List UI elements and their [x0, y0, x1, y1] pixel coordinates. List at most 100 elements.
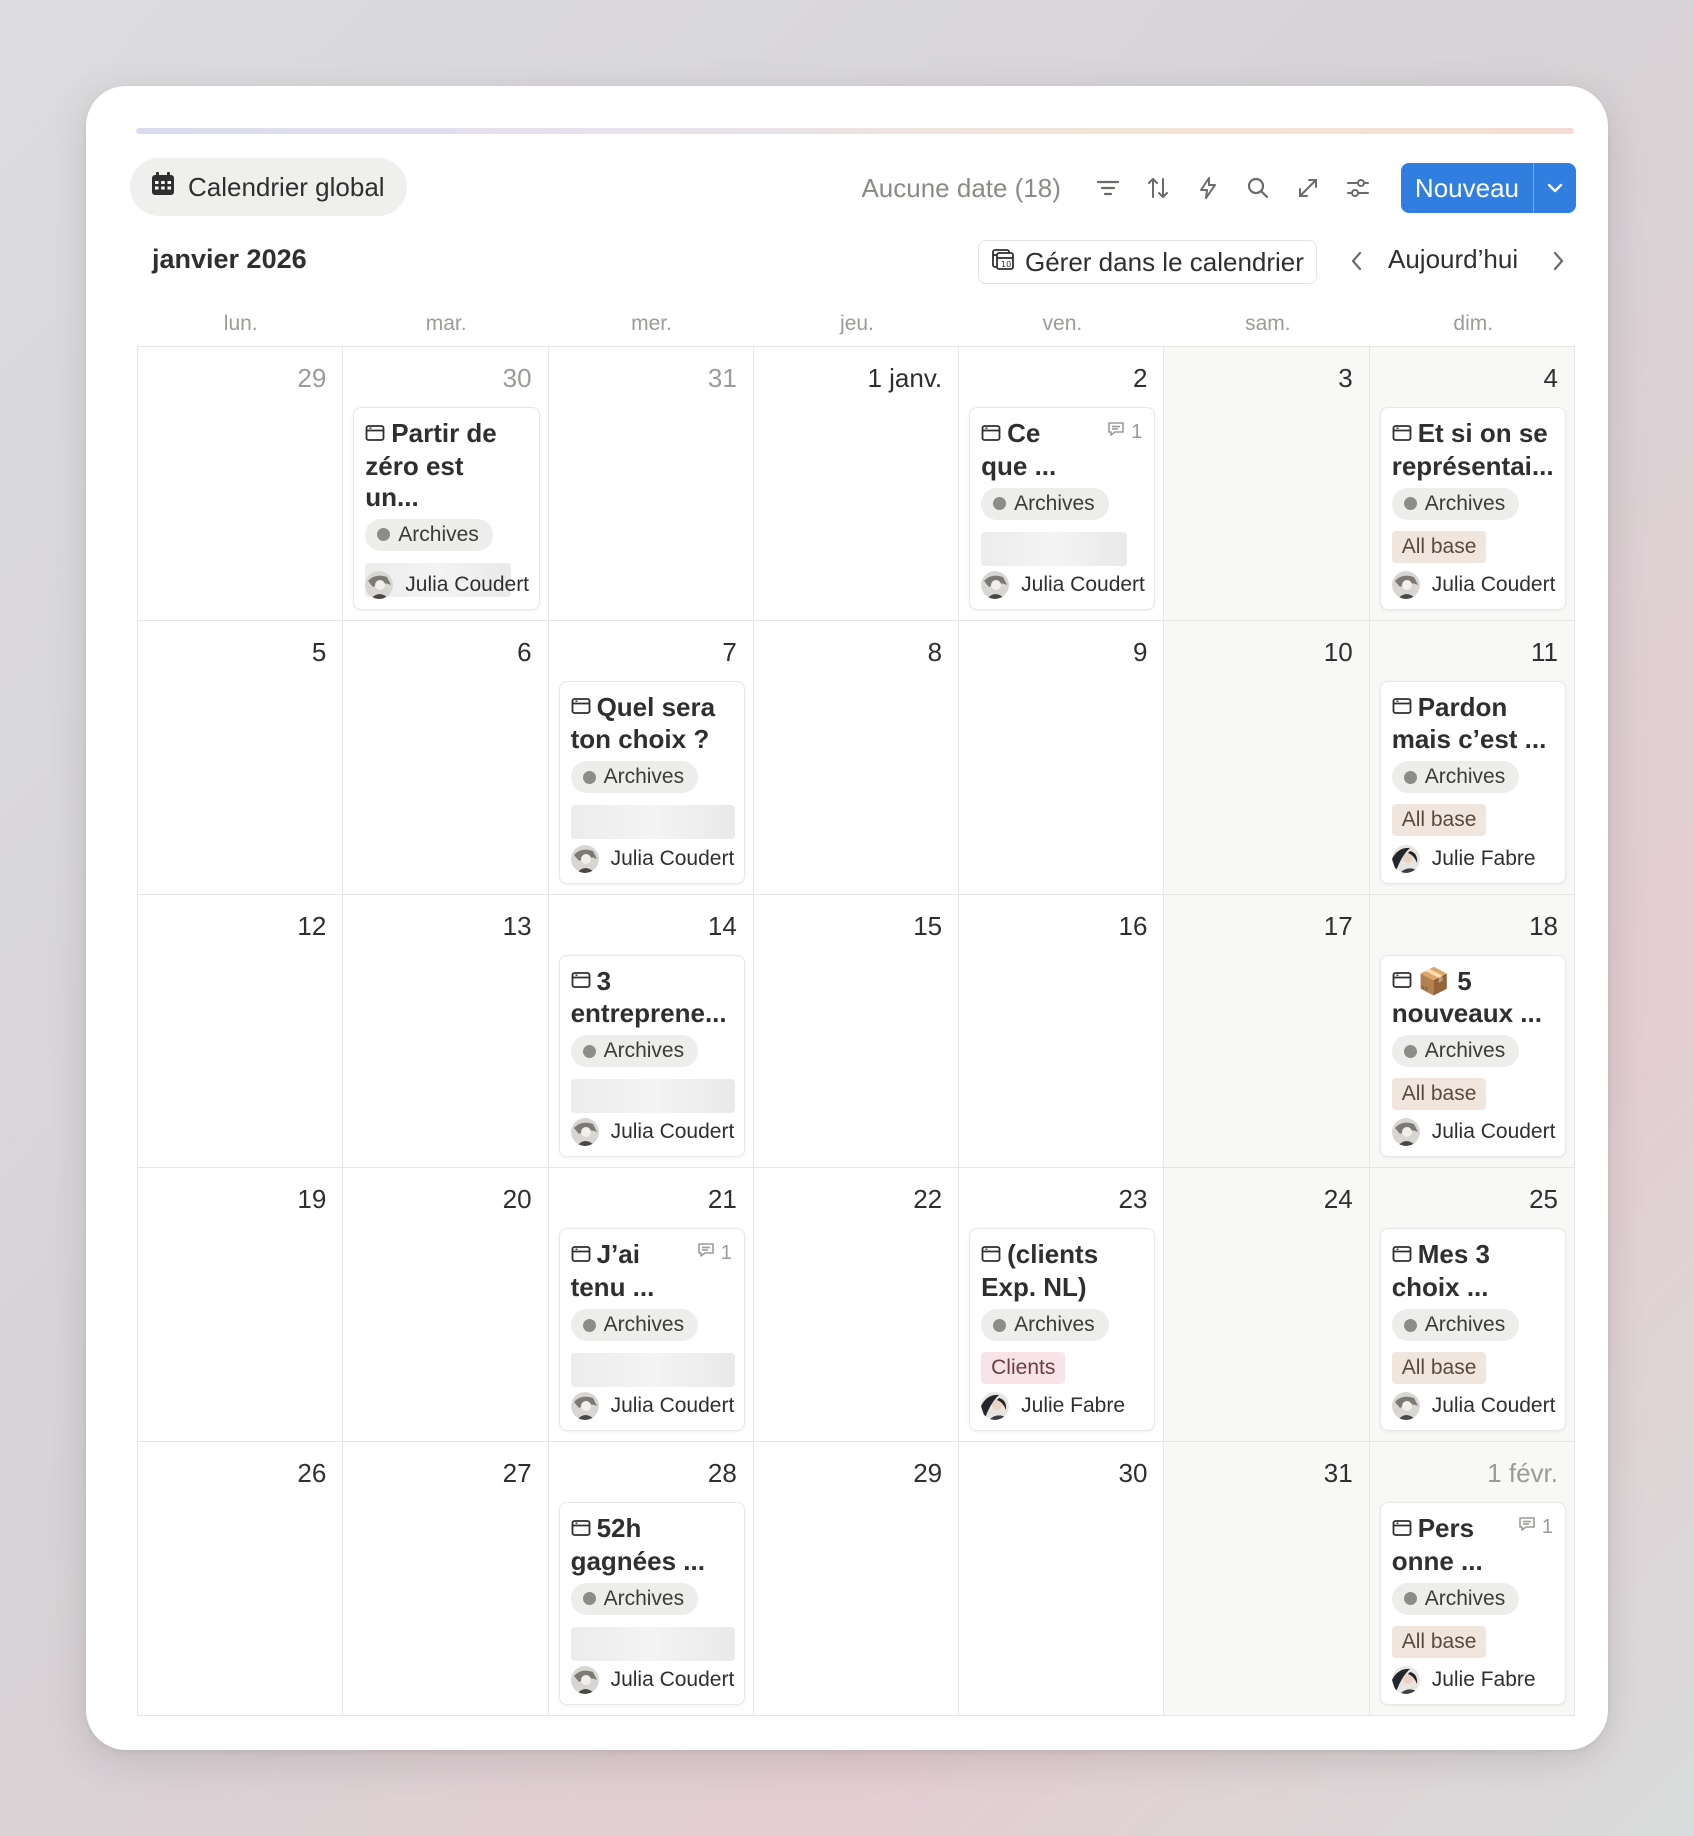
day-cell[interactable]: 24 — [1164, 1168, 1370, 1443]
day-number: 15 — [913, 910, 943, 941]
day-cell[interactable]: 5 — [138, 620, 344, 895]
sort-icon[interactable] — [1133, 163, 1183, 213]
day-cell[interactable]: 18 📦 5 nouveaux ... Archives All base Julia … — [1369, 894, 1575, 1169]
day-cell[interactable]: 30 Partir de zéro est un... Archives Julia … — [343, 347, 549, 621]
comment-count[interactable]: 1 — [1518, 1515, 1553, 1539]
day-cell[interactable]: 27 — [343, 1442, 549, 1716]
day-number: 21 — [707, 1184, 737, 1215]
event-title-text: 52h gagnées ... — [570, 1513, 705, 1576]
new-button-label[interactable]: Nouveau — [1401, 163, 1533, 213]
assignee: Julia Coudert — [1391, 1392, 1555, 1421]
day-number: 13 — [502, 910, 532, 941]
status-tag: Archives — [1391, 487, 1520, 520]
day-cell[interactable]: 10 — [1164, 620, 1370, 895]
day-cell[interactable]: 8 — [753, 620, 960, 895]
day-cell[interactable]: 6 — [343, 620, 549, 895]
comment-count[interactable]: 1 — [1107, 420, 1142, 444]
day-cell[interactable]: 29 — [753, 1442, 960, 1716]
day-number: 17 — [1323, 910, 1353, 941]
settings-icon[interactable] — [1333, 163, 1383, 213]
day-cell[interactable]: 4 Et si on se représentai... Archives All b… — [1369, 347, 1575, 621]
day-cell[interactable]: 29 — [138, 347, 344, 621]
weekday-label: mar. — [425, 312, 467, 335]
event-title: Quel sera ton choix ? — [571, 692, 734, 756]
day-cell[interactable]: 25 Mes 3 choix ... Archives All base Julia C… — [1369, 1168, 1575, 1443]
category-tag: All base — [1391, 1352, 1487, 1385]
event-card[interactable]: (clients Exp. NL) Archives Clients Julie Fa… — [969, 1228, 1156, 1432]
event-title-text: Et si on se représentai... — [1391, 418, 1554, 481]
day-cell[interactable]: 1 janv. — [753, 347, 960, 621]
event-card[interactable]: Partir de zéro est un... Archives Julia Co… — [353, 407, 540, 610]
chevron-left-icon[interactable] — [1342, 246, 1372, 276]
assignee-name: Julia Coudert — [610, 1394, 735, 1418]
status-dot — [1403, 1318, 1417, 1332]
assignee: Julia Coudert — [570, 1118, 734, 1147]
month-title: janvier 2026 — [152, 244, 307, 274]
day-cell[interactable]: 21 J’ai tenu ... 1 Archives Julia Coudert — [548, 1168, 754, 1443]
event-card[interactable]: Quel sera ton choix ? Archives Julia Coude… — [558, 680, 745, 884]
today-button[interactable]: Aujourd’hui — [1388, 244, 1518, 275]
day-cell[interactable]: 15 — [753, 894, 960, 1169]
automation-icon[interactable] — [1183, 163, 1233, 213]
day-cell[interactable]: 20 — [343, 1168, 549, 1443]
assignee: Julie Fabre — [1391, 844, 1536, 873]
event-card[interactable]: Pers onne ... 1 Archives All base Julie Fabr… — [1379, 1502, 1566, 1705]
avatar — [570, 844, 599, 873]
chevron-right-icon[interactable] — [1543, 246, 1573, 276]
status-tag: Archives — [1391, 761, 1520, 794]
status-tag: Archives — [570, 1309, 699, 1342]
event-card[interactable]: J’ai tenu ... 1 Archives Julia Coudert — [558, 1228, 745, 1432]
avatar — [981, 1392, 1010, 1421]
view-selector[interactable]: Calendrier global — [130, 158, 407, 216]
day-cell[interactable]: 11 Pardon mais c’est ... Archives All base J… — [1369, 620, 1575, 895]
day-cell[interactable]: 28 52h gagnées ... Archives Julia Coudert — [548, 1442, 754, 1716]
assignee: Julia Coudert — [981, 570, 1145, 599]
day-cell[interactable]: 1 févr. Pers onne ... 1 Archives All base Jul… — [1369, 1442, 1575, 1716]
event-card[interactable]: Ce que ... 1 Archives Julia Coudert — [969, 407, 1156, 610]
day-cell[interactable]: 23 (clients Exp. NL) Archives Clients Julie … — [959, 1168, 1165, 1443]
day-cell[interactable]: 31 — [1164, 1442, 1370, 1716]
day-cell[interactable]: 26 — [138, 1442, 344, 1716]
expand-icon[interactable] — [1283, 163, 1333, 213]
day-number: 20 — [502, 1184, 532, 1215]
event-title-text: Quel sera ton choix ? — [570, 691, 716, 755]
day-cell[interactable]: 9 — [959, 620, 1165, 895]
manage-calendar-button[interactable]: 10 Gérer dans le calendrier — [978, 240, 1317, 284]
event-card[interactable]: 52h gagnées ... Archives Julia Coudert — [558, 1502, 745, 1705]
day-cell[interactable]: 31 — [548, 347, 754, 621]
day-cell[interactable]: 2 Ce que ... 1 Archives Julia Coudert — [959, 347, 1165, 621]
day-cell[interactable]: 17 — [1164, 894, 1370, 1169]
day-number: 1 janv. — [867, 363, 943, 393]
day-cell[interactable]: 3 — [1164, 347, 1370, 621]
chevron-down-icon[interactable] — [1533, 163, 1576, 213]
day-cell[interactable]: 13 — [343, 894, 549, 1169]
event-card[interactable]: Mes 3 choix ... Archives All base Julia Cou… — [1379, 1228, 1566, 1432]
new-button[interactable]: Nouveau — [1400, 163, 1576, 213]
event-card[interactable]: 3 entreprene... Archives Julia Coudert — [558, 954, 745, 1158]
no-date-button[interactable]: Aucune date (18) — [861, 173, 1060, 204]
avatar — [981, 570, 1010, 599]
search-icon[interactable] — [1233, 163, 1283, 213]
day-cell[interactable]: 14 3 entreprene... Archives Julia Coudert — [548, 894, 754, 1169]
status-label: Archives — [1014, 491, 1095, 515]
comment-icon — [1518, 1515, 1536, 1539]
day-cell[interactable]: 19 — [138, 1168, 344, 1443]
status-label: Archives — [1424, 491, 1506, 515]
day-cell[interactable]: 7 Quel sera ton choix ? Archives Julia Coud… — [548, 620, 754, 895]
status-dot — [582, 1318, 596, 1332]
status-dot — [582, 770, 596, 784]
status-tag: Archives — [1391, 1035, 1520, 1068]
event-card[interactable]: 📦 5 nouveaux ... Archives All base Julia Co… — [1379, 954, 1566, 1158]
day-cell[interactable]: 22 — [753, 1168, 960, 1443]
status-dot — [1403, 497, 1417, 511]
status-label: Archives — [398, 522, 479, 546]
event-card[interactable]: Et si on se représentai... Archives All ba… — [1379, 407, 1566, 610]
comment-count[interactable]: 1 — [697, 1241, 732, 1265]
event-title: Et si on se représentai... — [1392, 418, 1555, 482]
day-cell[interactable]: 12 — [138, 894, 344, 1169]
day-cell[interactable]: 30 — [959, 1442, 1165, 1716]
manage-calendar-label: Gérer dans le calendrier — [1025, 246, 1304, 277]
event-card[interactable]: Pardon mais c’est ... Archives All base Jul… — [1379, 680, 1566, 884]
day-cell[interactable]: 16 — [959, 894, 1165, 1169]
filter-icon[interactable] — [1083, 163, 1133, 213]
